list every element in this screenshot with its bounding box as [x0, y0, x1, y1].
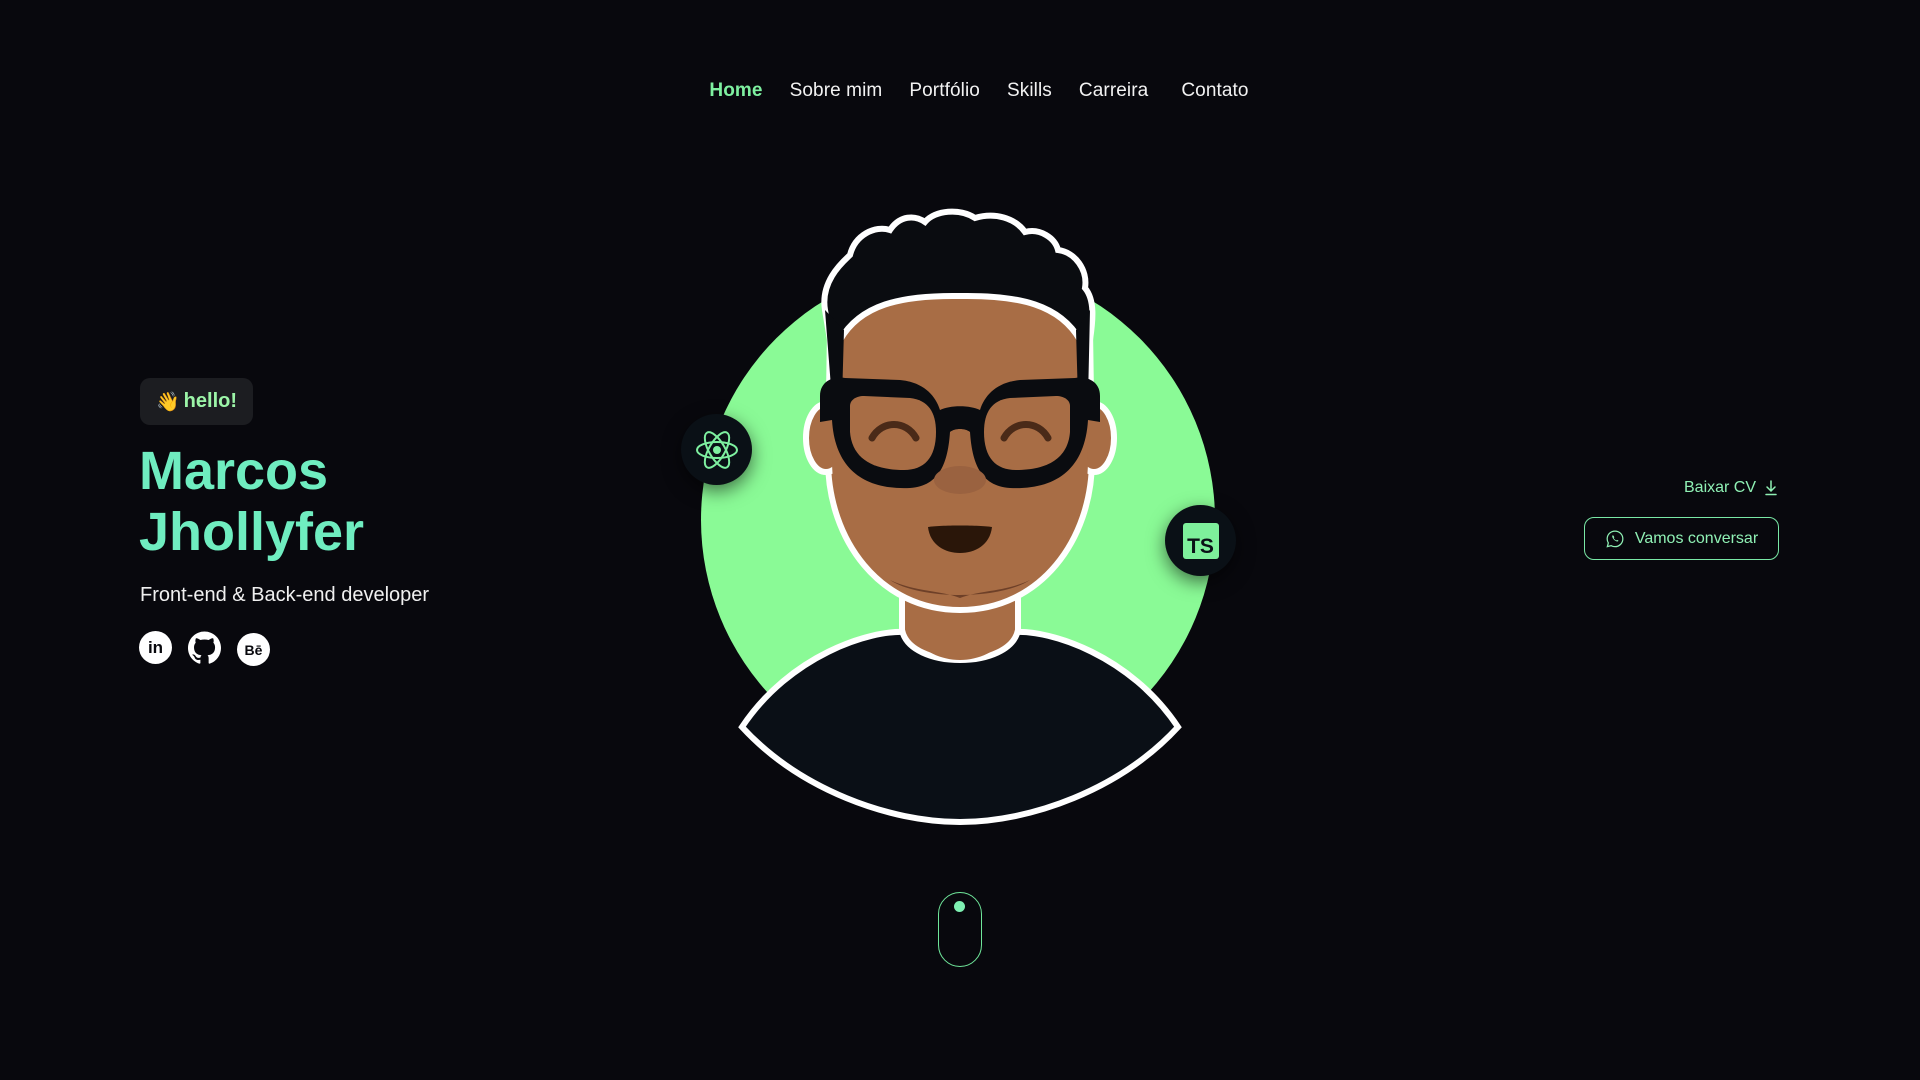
typescript-label: TS [1187, 534, 1214, 558]
react-icon [695, 430, 738, 469]
linkedin-icon[interactable]: in [139, 631, 172, 664]
lets-talk-label: Vamos conversar [1634, 529, 1759, 547]
github-glyph [188, 631, 221, 664]
nav-item-sobre-mim[interactable]: Sobre mim [790, 80, 883, 102]
scroll-mouse-icon[interactable] [938, 892, 982, 967]
nav-item-carreira[interactable]: Carreira [1079, 80, 1148, 102]
hello-badge: 👋 hello! [140, 378, 254, 425]
linkedin-glyph: in [147, 637, 164, 657]
nav-item-contato[interactable]: Contato [1181, 80, 1248, 102]
nav-item-portfolio[interactable]: Portfólio [909, 80, 980, 102]
developer-name: Marcos Jhollyfer [139, 441, 364, 563]
download-cv-link[interactable]: Baixar CV [1684, 479, 1778, 497]
name-first: Marcos [139, 441, 329, 501]
main-nav: Home Sobre mim Portfólio Skills Carreira… [0, 80, 1920, 102]
react-skill-bubble [681, 414, 752, 485]
scroll-wheel-dot [954, 901, 965, 912]
avatar-nose [934, 466, 986, 494]
github-icon[interactable] [188, 631, 221, 664]
hello-text: hello! [183, 390, 238, 412]
name-last: Jhollyfer [139, 502, 365, 562]
wave-icon: 👋 [156, 391, 180, 413]
developer-role: Front-end & Back-end developer [140, 584, 430, 606]
lets-talk-button[interactable]: Vamos conversar [1584, 517, 1779, 560]
typescript-icon: TS [1182, 522, 1219, 559]
page: Home Sobre mim Portfólio Skills Carreira… [0, 0, 1920, 1080]
nav-item-home[interactable]: Home [709, 80, 762, 102]
download-cv-label: Baixar CV [1684, 479, 1757, 496]
whatsapp-icon [1606, 529, 1624, 548]
social-links: in Bē [139, 629, 270, 666]
behance-glyph: Bē [244, 641, 263, 658]
nav-item-skills[interactable]: Skills [1007, 80, 1052, 102]
download-icon [1765, 480, 1777, 496]
behance-icon[interactable]: Bē [237, 633, 270, 666]
typescript-skill-bubble: TS [1165, 505, 1236, 576]
